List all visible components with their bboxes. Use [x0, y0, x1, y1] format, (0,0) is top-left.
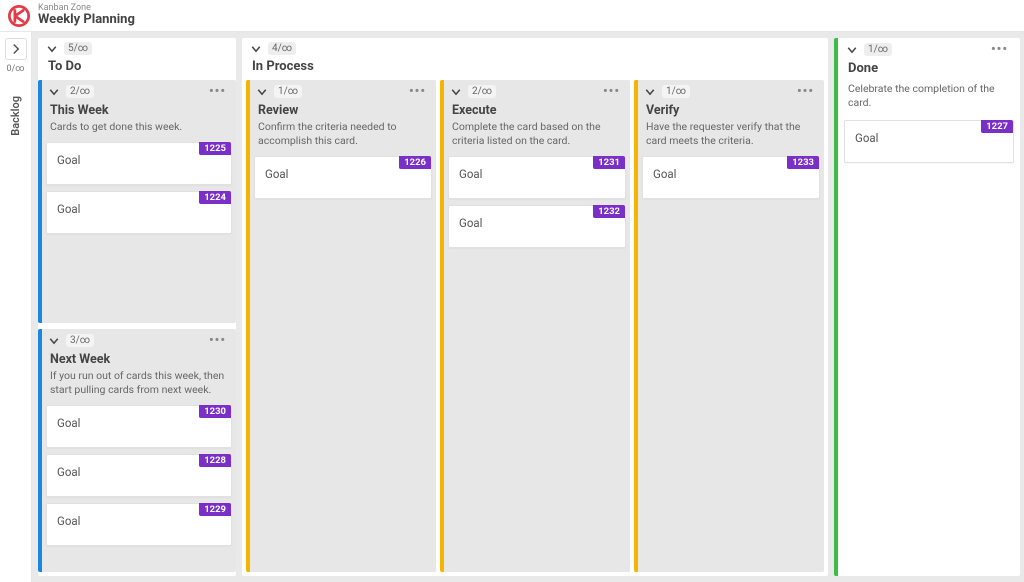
- column-todo: 5/∞ To Do 2/∞ ••• This Week Cards to get…: [38, 38, 236, 576]
- chevron-down-icon[interactable]: [46, 43, 58, 55]
- lane-next-week: 3/∞ ••• Next Week If you run out of card…: [38, 329, 236, 572]
- chevron-down-icon[interactable]: [48, 335, 60, 347]
- title-block: Kanban Zone Weekly Planning: [38, 4, 135, 27]
- lane-title: Verify: [638, 101, 824, 120]
- column-wip: 1/∞: [864, 43, 892, 56]
- lane-title: Next Week: [42, 350, 236, 369]
- card-id-badge: 1230: [199, 405, 231, 418]
- lane-wip: 1/∞: [274, 85, 302, 98]
- lane-wip: 2/∞: [468, 85, 496, 98]
- more-icon[interactable]: •••: [205, 84, 230, 99]
- more-icon[interactable]: •••: [405, 84, 430, 99]
- topbar: Kanban Zone Weekly Planning: [0, 0, 1024, 32]
- column-title: In Process: [242, 57, 828, 80]
- lane-desc: Complete the card based on the criteria …: [444, 120, 630, 154]
- board-name: Weekly Planning: [38, 13, 135, 27]
- card-title: Goal: [57, 202, 80, 216]
- card-title: Goal: [265, 167, 288, 181]
- chevron-down-icon[interactable]: [846, 44, 858, 56]
- chevron-down-icon[interactable]: [450, 86, 462, 98]
- card[interactable]: 1230 Goal: [46, 405, 232, 448]
- card-title: Goal: [57, 514, 80, 528]
- card-id-badge: 1231: [593, 156, 625, 169]
- column-wip: 4/∞: [268, 42, 296, 55]
- lane-verify: 1/∞ ••• Verify Have the requester verify…: [634, 80, 824, 572]
- card[interactable]: 1227 Goal: [844, 120, 1014, 163]
- backlog-label[interactable]: Backlog: [9, 96, 22, 136]
- column-title: Done: [838, 59, 1020, 82]
- card-title: Goal: [57, 416, 80, 430]
- card-title: Goal: [459, 167, 482, 181]
- card-title: Goal: [57, 153, 80, 167]
- card-id-badge: 1229: [199, 503, 231, 516]
- card-id-badge: 1227: [981, 120, 1013, 133]
- card[interactable]: 1225 Goal: [46, 142, 232, 185]
- lane-wip: 1/∞: [662, 85, 690, 98]
- kanban-zone-logo-icon: [8, 5, 30, 27]
- more-icon[interactable]: •••: [205, 333, 230, 348]
- lane-desc: Have the requester verify that the card …: [638, 120, 824, 154]
- card-id-badge: 1225: [199, 142, 231, 155]
- sidebar-wip: 0/∞: [6, 64, 24, 74]
- card[interactable]: 1232 Goal: [448, 205, 626, 248]
- lane-title: This Week: [42, 101, 236, 120]
- card[interactable]: 1224 Goal: [46, 191, 232, 234]
- card-title: Goal: [653, 167, 676, 181]
- card-title: Goal: [459, 216, 482, 230]
- card-id-badge: 1226: [399, 156, 431, 169]
- card[interactable]: 1229 Goal: [46, 503, 232, 546]
- card[interactable]: 1228 Goal: [46, 454, 232, 497]
- column-wip: 5/∞: [64, 42, 92, 55]
- column-done: 1/∞ ••• Done Celebrate the completion of…: [834, 38, 1020, 576]
- column-desc: Celebrate the completion of the card.: [838, 82, 1020, 116]
- sidebar: 0/∞ Backlog: [0, 32, 32, 582]
- card[interactable]: 1233 Goal: [642, 156, 820, 199]
- card-title: Goal: [855, 131, 878, 145]
- card-id-badge: 1224: [199, 191, 231, 204]
- more-icon[interactable]: •••: [987, 42, 1012, 57]
- more-icon[interactable]: •••: [793, 84, 818, 99]
- column-title: To Do: [38, 57, 236, 80]
- lane-execute: 2/∞ ••• Execute Complete the card based …: [440, 80, 630, 572]
- lane-review: 1/∞ ••• Review Confirm the criteria need…: [246, 80, 436, 572]
- card-id-badge: 1228: [199, 454, 231, 467]
- column-in-process: 4/∞ In Process 1/∞ ••• Review Confirm th…: [242, 38, 828, 576]
- more-icon[interactable]: •••: [599, 84, 624, 99]
- board: 5/∞ To Do 2/∞ ••• This Week Cards to get…: [32, 32, 1024, 582]
- lane-title: Review: [250, 101, 436, 120]
- card[interactable]: 1231 Goal: [448, 156, 626, 199]
- chevron-down-icon[interactable]: [48, 86, 60, 98]
- lane-desc: Cards to get done this week.: [42, 120, 236, 140]
- lane-this-week: 2/∞ ••• This Week Cards to get done this…: [38, 80, 236, 323]
- chevron-down-icon[interactable]: [644, 86, 656, 98]
- lane-wip: 2/∞: [66, 85, 94, 98]
- card[interactable]: 1226 Goal: [254, 156, 432, 199]
- lane-title: Execute: [444, 101, 630, 120]
- lane-desc: If you run out of cards this week, then …: [42, 369, 236, 403]
- card-title: Goal: [57, 465, 80, 479]
- expand-sidebar-button[interactable]: [5, 38, 27, 60]
- card-id-badge: 1232: [593, 205, 625, 218]
- lane-desc: Confirm the criteria needed to accomplis…: [250, 120, 436, 154]
- chevron-down-icon[interactable]: [256, 86, 268, 98]
- lane-stack: 2/∞ ••• This Week Cards to get done this…: [38, 80, 236, 576]
- lane-wip: 3/∞: [66, 334, 94, 347]
- chevron-down-icon[interactable]: [250, 43, 262, 55]
- card-id-badge: 1233: [787, 156, 819, 169]
